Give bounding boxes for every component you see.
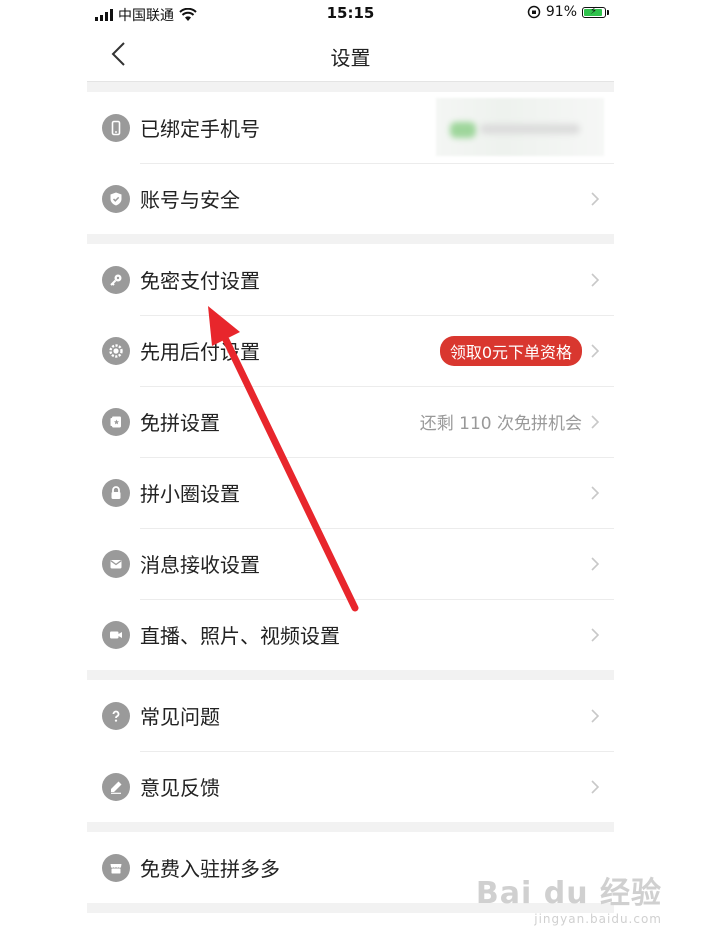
settings-item-label: 免拼设置 (140, 411, 220, 435)
chevron-right-icon (591, 272, 600, 287)
settings-group-help: 常见问题 意见反馈 (87, 680, 614, 822)
settings-item-feedback[interactable]: 意见反馈 (87, 751, 614, 822)
chevron-right-icon (591, 191, 600, 206)
blurred-phone-number (436, 98, 604, 156)
video-icon (102, 620, 130, 649)
chevron-right-icon (591, 343, 600, 358)
chevron-right-icon (591, 708, 600, 723)
settings-item-label: 直播、照片、视频设置 (140, 624, 340, 648)
settings-item-bound-phone[interactable]: 已绑定手机号 (87, 92, 614, 163)
watermark: Bai du 经验 jingyan.baidu.com (476, 868, 662, 926)
orientation-lock-icon (527, 5, 541, 19)
settings-item-label: 意见反馈 (140, 776, 220, 800)
settings-item-media[interactable]: 直播、照片、视频设置 (87, 599, 614, 670)
settings-item-free-group[interactable]: 免拼设置 还剩 110 次免拼机会 (87, 386, 614, 457)
chevron-right-icon (591, 414, 600, 429)
chevron-right-icon (591, 779, 600, 794)
settings-item-label: 拼小圈设置 (140, 482, 240, 506)
settings-item-faq[interactable]: 常见问题 (87, 680, 614, 751)
key-icon (102, 265, 130, 294)
phone-screen: 中国联通 15:15 91% ⚡ 设置 已绑定手机号 账号与安全 免密支付设置 … (87, 0, 614, 938)
shield-icon (102, 184, 130, 213)
page-title: 设置 (330, 46, 371, 70)
settings-group-features: 免密支付设置 先用后付设置 领取0元下单资格 免拼设置 还剩 110 次免拼机会… (87, 244, 614, 670)
status-right: 91% ⚡ (527, 4, 609, 20)
battery-icon: ⚡ (582, 6, 609, 18)
settings-item-label: 消息接收设置 (140, 553, 260, 577)
nav-bar: 设置 (87, 28, 614, 82)
settings-item-label: 免密支付设置 (140, 269, 260, 293)
phone-icon (102, 113, 130, 142)
chevron-right-icon (591, 556, 600, 571)
watermark-sub: jingyan.baidu.com (534, 912, 662, 926)
gear-badge-icon (102, 336, 130, 365)
chevron-right-icon (591, 485, 600, 500)
free-group-remaining: 还剩 110 次免拼机会 (419, 414, 582, 434)
lock-icon (102, 478, 130, 507)
settings-item-password-free-pay[interactable]: 免密支付设置 (87, 244, 614, 315)
store-icon (102, 853, 130, 882)
settings-item-label: 常见问题 (140, 705, 220, 729)
mail-icon (102, 549, 130, 578)
watermark-main: Bai du 经验 (475, 876, 662, 911)
settings-item-notifications[interactable]: 消息接收设置 (87, 528, 614, 599)
settings-item-account-security[interactable]: 账号与安全 (87, 163, 614, 234)
settings-item-label: 先用后付设置 (140, 340, 260, 364)
promo-badge[interactable]: 领取0元下单资格 (439, 335, 582, 366)
pencil-icon (102, 772, 130, 801)
card-icon (102, 407, 130, 436)
settings-group-account: 已绑定手机号 账号与安全 (87, 92, 614, 234)
settings-item-circle[interactable]: 拼小圈设置 (87, 457, 614, 528)
question-icon (102, 701, 130, 730)
settings-item-label: 账号与安全 (140, 188, 240, 212)
status-bar: 中国联通 15:15 91% ⚡ (87, 0, 614, 28)
chevron-right-icon (591, 627, 600, 642)
battery-percent: 91% (545, 4, 577, 20)
settings-item-pay-later[interactable]: 先用后付设置 领取0元下单资格 (87, 315, 614, 386)
